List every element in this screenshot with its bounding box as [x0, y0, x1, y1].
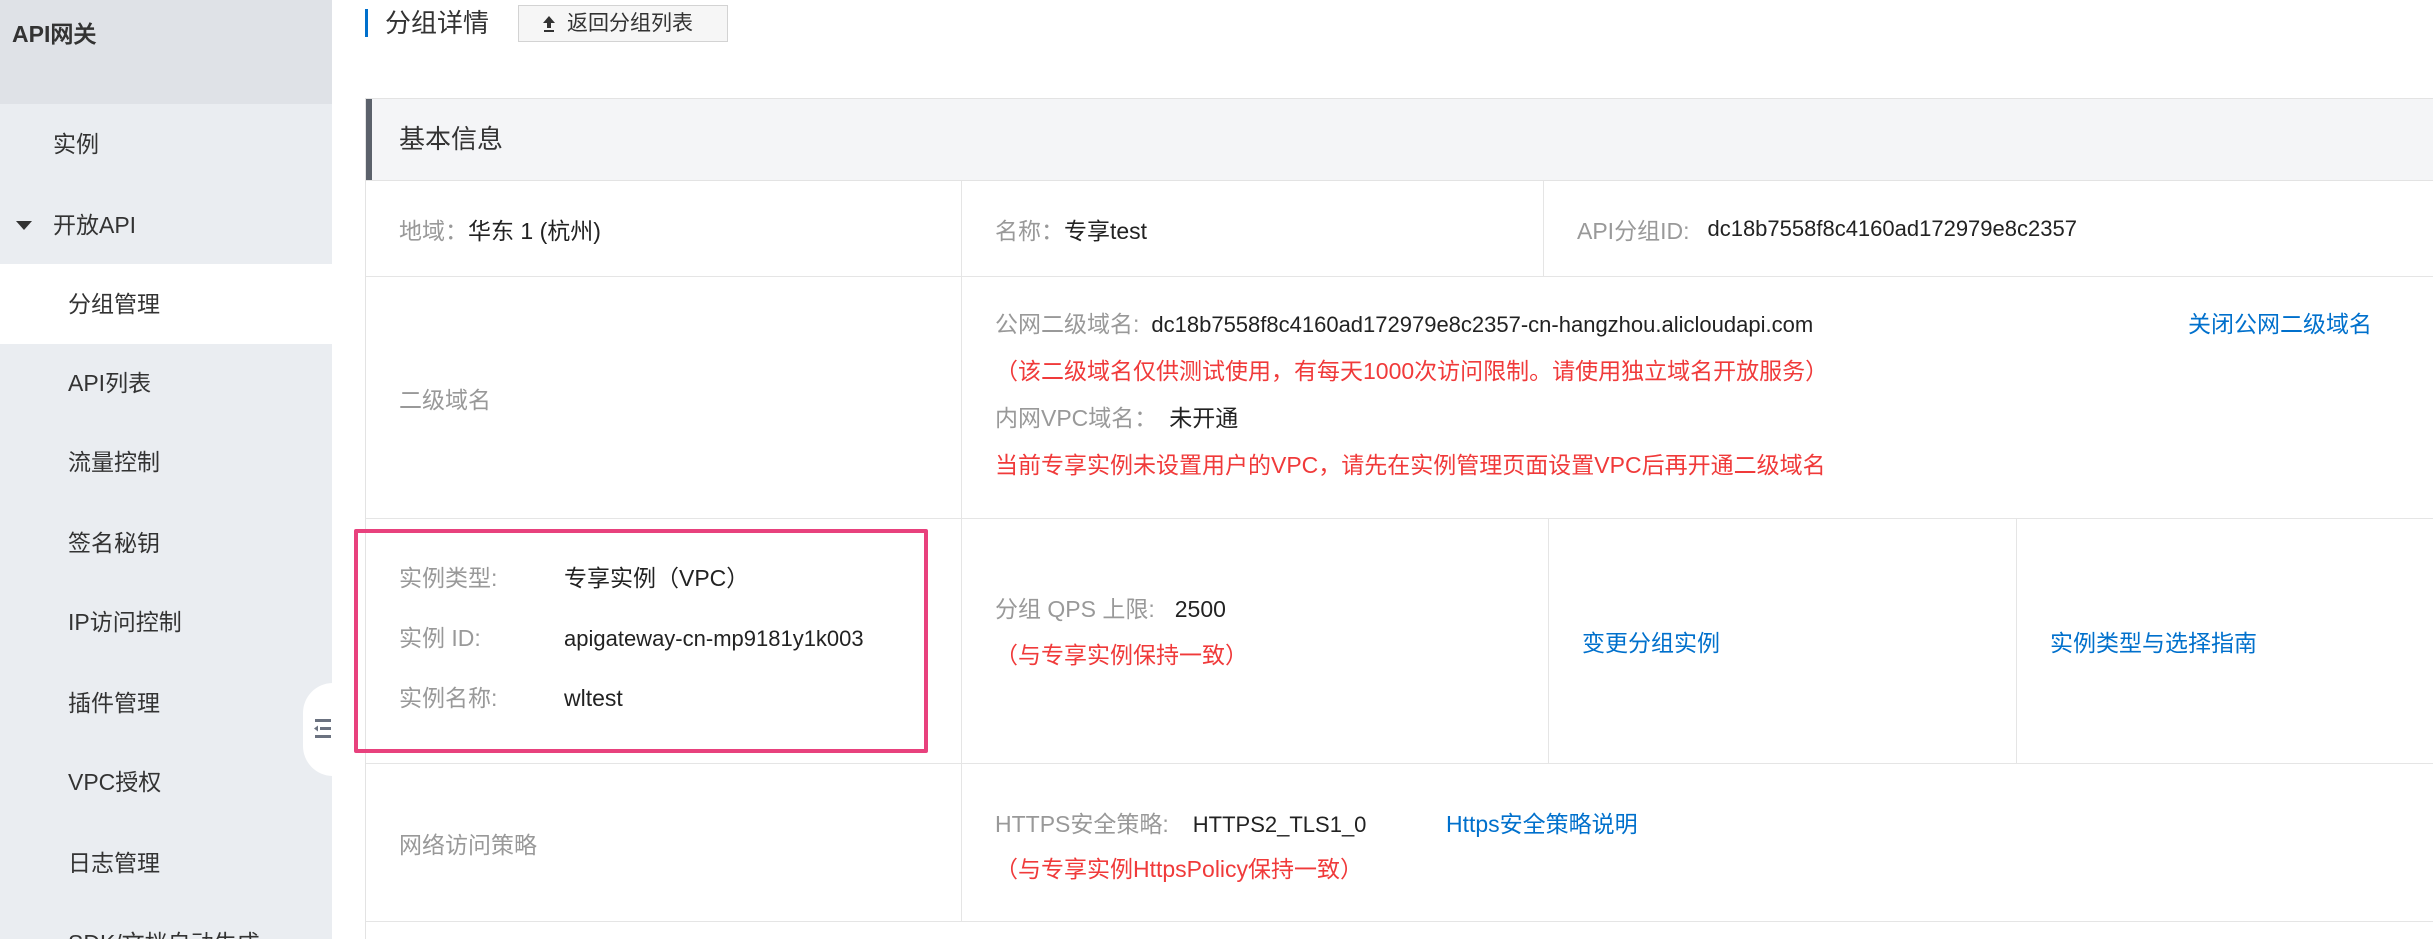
- sidebar-item-label: 分组管理: [68, 291, 160, 317]
- subdomain-detail-cell: 公网二级域名: dc18b7558f8c4160ad172979e8c2357-c…: [962, 277, 2433, 518]
- instance-name-value: wltest: [564, 685, 623, 711]
- public-subdomain-line: 公网二级域名: dc18b7558f8c4160ad172979e8c2357-c…: [995, 301, 1813, 348]
- change-instance-cell: 变更分组实例: [1549, 519, 2017, 763]
- sidebar-item-label: SDK/文档自动生成: [68, 903, 260, 939]
- sidebar-item-label: 流量控制: [68, 449, 160, 475]
- sidebar-item-traffic-control[interactable]: 流量控制: [0, 422, 332, 502]
- sidebar-item-label: 实例: [53, 131, 99, 157]
- subdomain-label: 二级域名: [399, 386, 491, 413]
- subdomain-label-cell: 二级域名: [366, 277, 962, 518]
- name-value: 专享test: [1064, 217, 1148, 244]
- instance-type-value: 专享实例（VPC）: [564, 565, 750, 591]
- sidebar-item-label: 签名秘钥: [68, 530, 160, 556]
- sidebar-header: API网关: [0, 0, 332, 104]
- instance-type-guide-link[interactable]: 实例类型与选择指南: [2050, 624, 2257, 658]
- public-subdomain-value: dc18b7558f8c4160ad172979e8c2357-cn-hangz…: [1151, 312, 1814, 337]
- back-to-group-list-button[interactable]: 返回分组列表: [518, 5, 728, 42]
- instance-id-value: apigateway-cn-mp9181y1k003: [564, 626, 864, 651]
- public-subdomain-label: 公网二级域名:: [995, 311, 1140, 337]
- close-public-subdomain-link[interactable]: 关闭公网二级域名: [2188, 301, 2372, 348]
- region-value: 华东 1 (杭州): [468, 217, 601, 244]
- change-group-instance-link[interactable]: 变更分组实例: [1582, 624, 1720, 658]
- qps-cell: 分组 QPS 上限: 2500 （与专享实例保持一致）: [962, 519, 1549, 763]
- network-label-cell: 网络访问策略: [366, 764, 962, 921]
- sidebar-item-signature-keys[interactable]: 签名秘钥: [0, 503, 332, 583]
- instance-type-line: 实例类型: 专享实例（VPC）: [399, 548, 749, 608]
- info-row-instance: 实例类型: 专享实例（VPC） 实例 ID: apigateway-cn-mp918…: [366, 519, 2433, 764]
- sidebar-item-plugin-management[interactable]: 插件管理: [0, 663, 332, 743]
- sidebar-item-label: VPC授权: [68, 769, 162, 795]
- sidebar-item-label: 开放API: [53, 212, 137, 238]
- back-button-label: 返回分组列表: [567, 12, 693, 35]
- https-policy-label: HTTPS安全策略:: [995, 811, 1169, 837]
- instance-id-label: 实例 ID:: [399, 625, 481, 651]
- sidebar-item-group-management[interactable]: 分组管理: [0, 264, 332, 344]
- sidebar-item-vpc-authorization[interactable]: VPC授权: [0, 742, 332, 822]
- panel-title: 基本信息: [399, 124, 504, 154]
- instance-cell: 实例类型: 专享实例（VPC） 实例 ID: apigateway-cn-mp918…: [366, 519, 962, 763]
- vpc-subdomain-note: 当前专享实例未设置用户的VPC，请先在实例管理页面设置VPC后再开通二级域名: [995, 452, 1826, 478]
- instance-name-line: 实例名称: wltest: [399, 668, 623, 728]
- instance-guide-cell: 实例类型与选择指南: [2017, 519, 2433, 763]
- sidebar-item-label: IP访问控制: [68, 609, 182, 635]
- panel-header-accent: [366, 99, 372, 180]
- info-row-general: 地域： 华东 1 (杭州) 名称： 专享test API分组ID: dc18b7…: [366, 181, 2433, 277]
- sidebar-collapse-handle[interactable]: [303, 683, 332, 776]
- qps-value: 2500: [1174, 596, 1226, 622]
- instance-id-line: 实例 ID: apigateway-cn-mp9181y1k003: [399, 608, 864, 669]
- info-row-network: 网络访问策略 HTTPS安全策略: HTTPS2_TLS1_0 Https安全策略…: [366, 764, 2433, 922]
- region-label: 地域：: [399, 217, 468, 244]
- sidebar-item-log-management[interactable]: 日志管理: [0, 823, 332, 903]
- upload-arrow-icon: [543, 16, 555, 32]
- info-row-subdomain: 二级域名 公网二级域名: dc18b7558f8c4160ad172979e8c2…: [366, 277, 2433, 519]
- public-subdomain-note: （该二级域名仅供测试使用，有每天1000次访问限制。请使用独立域名开放服务）: [995, 358, 1829, 384]
- instance-name-label: 实例名称:: [399, 685, 498, 711]
- group-id-value: dc18b7558f8c4160ad172979e8c2357: [1707, 215, 2077, 241]
- name-label: 名称：: [995, 217, 1064, 244]
- qps-note: （与专享实例保持一致）: [995, 642, 1248, 668]
- qps-line: 分组 QPS 上限: 2500: [995, 586, 1226, 632]
- product-title: API网关: [12, 21, 97, 47]
- sidebar-item-label: 日志管理: [68, 850, 160, 876]
- network-policy-label: 网络访问策略: [399, 831, 537, 858]
- sidebar-group-open-api[interactable]: 开放API: [0, 185, 332, 265]
- instance-type-label: 实例类型:: [399, 565, 498, 591]
- https-policy-help-link[interactable]: Https安全策略说明: [1446, 802, 1638, 847]
- collapse-sidebar-icon: [314, 719, 331, 738]
- vpc-subdomain-line: 内网VPC域名： 未开通: [995, 395, 1238, 442]
- sidebar-item-sdk-docs[interactable]: SDK/文档自动生成: [0, 903, 332, 939]
- panel-header: 基本信息: [366, 99, 2433, 181]
- caret-down-icon: [16, 221, 32, 230]
- qps-label: 分组 QPS 上限:: [995, 596, 1155, 622]
- sidebar-item-instances[interactable]: 实例: [0, 104, 332, 184]
- region-cell: 地域： 华东 1 (杭州): [366, 181, 962, 276]
- sidebar-item-label: 插件管理: [68, 690, 160, 716]
- sidebar-item-ip-access-control[interactable]: IP访问控制: [0, 582, 332, 662]
- https-policy-note: （与专享实例HttpsPolicy保持一致）: [995, 856, 1364, 882]
- sidebar-item-label: API列表: [68, 370, 152, 396]
- page-title: 分组详情: [385, 8, 490, 38]
- group-id-cell: API分组ID: dc18b7558f8c4160ad172979e8c2357: [1544, 181, 2433, 276]
- vpc-subdomain-label: 内网VPC域名：: [995, 405, 1158, 431]
- https-policy-line: HTTPS安全策略: HTTPS2_TLS1_0: [995, 802, 1366, 847]
- name-cell: 名称： 专享test: [962, 181, 1544, 276]
- vpc-subdomain-value: 未开通: [1169, 405, 1239, 431]
- group-id-label: API分组ID:: [1577, 217, 1690, 244]
- https-policy-value: HTTPS2_TLS1_0: [1192, 812, 1367, 837]
- network-detail-cell: HTTPS安全策略: HTTPS2_TLS1_0 Https安全策略说明 （与专享…: [962, 764, 2433, 921]
- basic-info-panel: 基本信息 地域： 华东 1 (杭州) 名称： 专享test API分组ID: d…: [365, 98, 2433, 939]
- page-title-accent: [365, 9, 368, 37]
- sidebar: API网关 实例 开放API 分组管理 API列表 流量控制 签名秘钥 IP访问…: [0, 0, 332, 939]
- sidebar-item-api-list[interactable]: API列表: [0, 343, 332, 423]
